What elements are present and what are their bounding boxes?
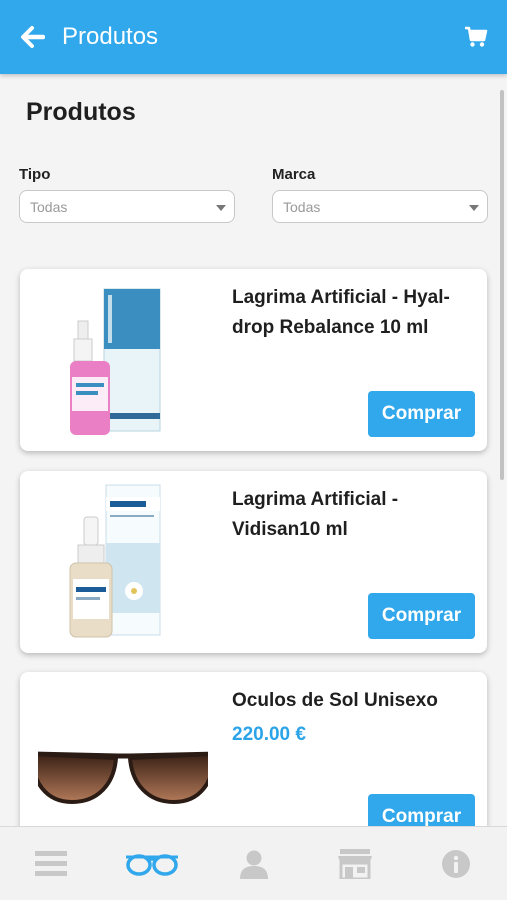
product-card[interactable]: Lagrima Artificial - Hyal-drop Rebalance… (20, 269, 487, 451)
page-title: Produtos (26, 98, 136, 126)
marca-label: Marca (272, 166, 316, 183)
cart-button[interactable] (461, 22, 491, 52)
menu-icon (34, 850, 67, 876)
tipo-select[interactable]: Todas (19, 190, 235, 223)
vidisan-eye-drops-image (38, 483, 208, 641)
user-icon (239, 850, 268, 879)
scrollbar[interactable] (500, 90, 504, 480)
caret-down-icon (216, 205, 226, 211)
comprar-button[interactable]: Comprar (368, 593, 475, 639)
glasses-icon (126, 853, 179, 876)
product-name: Lagrima Artificial - Hyal-drop Rebalance… (232, 287, 450, 338)
product-name: Oculos de Sol Unisexo (232, 690, 438, 711)
comprar-button[interactable]: Comprar (368, 391, 475, 437)
nav-menu[interactable] (0, 827, 101, 900)
app-bar-title: Produtos (62, 23, 159, 50)
product-card[interactable]: Lagrima Artificial - Vidisan10 ml Compra… (20, 471, 487, 653)
product-name: Lagrima Artificial - Vidisan10 ml (232, 489, 399, 540)
marca-select-value: Todas (283, 199, 321, 215)
nav-products[interactable] (101, 827, 202, 900)
marca-filter: Marca Todas (272, 165, 488, 223)
back-button[interactable] (18, 22, 48, 52)
tipo-filter: Tipo Todas (19, 165, 235, 223)
hyal-drop-eye-drops-image (38, 281, 208, 439)
sunglasses-image (38, 684, 208, 842)
product-price: 220.00 € (232, 724, 306, 745)
app-bar: Produtos (0, 0, 507, 74)
nav-info[interactable] (406, 827, 507, 900)
bottom-navigation (0, 826, 507, 900)
nav-stores[interactable] (304, 827, 405, 900)
shopping-cart-icon (465, 26, 488, 47)
tipo-label: Tipo (19, 166, 51, 183)
arrow-left-icon (21, 26, 45, 48)
tipo-select-value: Todas (30, 199, 68, 215)
nav-profile[interactable] (203, 827, 304, 900)
store-icon (337, 848, 372, 879)
caret-down-icon (469, 205, 479, 211)
info-icon (442, 849, 471, 878)
marca-select[interactable]: Todas (272, 190, 488, 223)
